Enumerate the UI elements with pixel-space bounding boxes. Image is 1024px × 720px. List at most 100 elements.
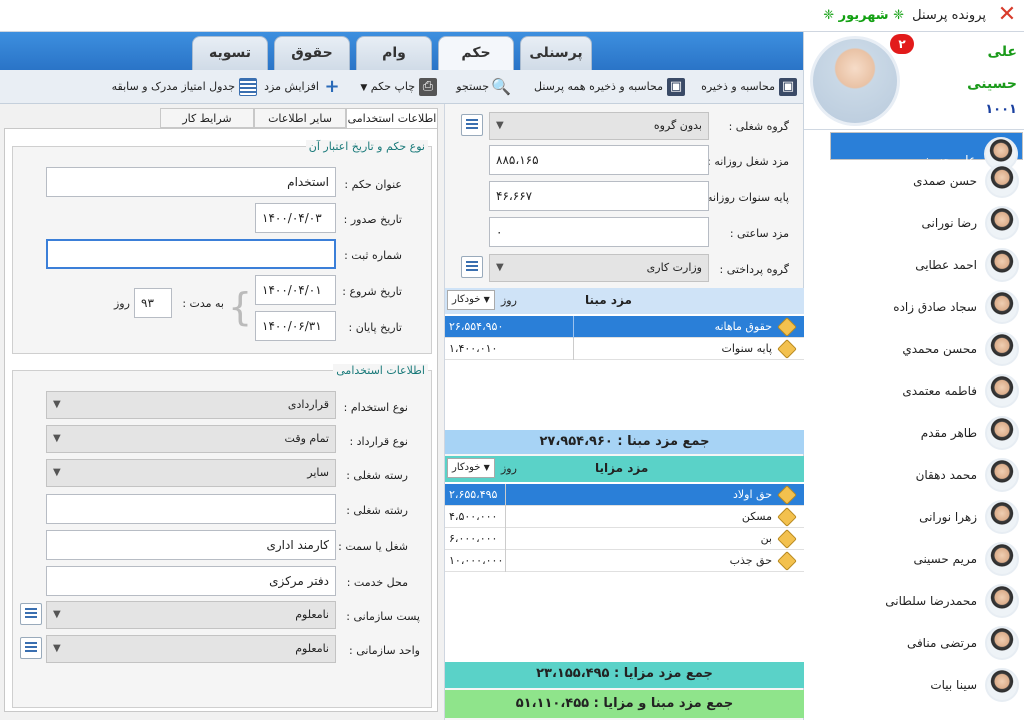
notification-badge[interactable]: ۲ xyxy=(890,34,914,54)
avatar xyxy=(985,668,1019,702)
list-item[interactable]: طاهر مقدم xyxy=(830,412,1023,454)
daily-seniority-label: پایه سنوات روزانه : xyxy=(699,191,789,204)
row-name: مسکن xyxy=(741,510,772,523)
toolbar: ▣ محاسبه و ذخیره ▣ محاسبه و ذخیره همه پرسن… xyxy=(0,70,803,104)
table-row[interactable]: مسکن ۴،۵۰۰،۰۰۰ xyxy=(445,506,804,528)
pay-group-select[interactable]: وزارت کاری ▼ xyxy=(489,254,709,282)
list-item[interactable]: احمد عطایی xyxy=(830,244,1023,286)
end-date-input[interactable]: ۱۴۰۰/۰۶/۳۱ xyxy=(255,311,336,341)
row-value: ۶،۰۰۰،۰۰۰ xyxy=(449,532,498,545)
tab-personnel[interactable]: پرسنلی xyxy=(520,36,592,70)
duration-label: به مدت : xyxy=(182,297,224,310)
table-row[interactable]: حق اولاد ۲،۶۵۵،۴۹۵ xyxy=(445,484,804,506)
edit-icon[interactable] xyxy=(777,485,797,505)
duration-input[interactable]: ۹۳ xyxy=(134,288,172,318)
list-item[interactable]: محمد دهقان xyxy=(830,454,1023,496)
table-row[interactable]: حق جذب ۱۰،۰۰۰،۰۰۰ xyxy=(445,550,804,572)
daily-wage-input[interactable]: ۸۸۵،۱۶۵ xyxy=(489,145,709,175)
list-icon[interactable] xyxy=(20,603,42,625)
job-category-label: رسته شغلی : xyxy=(346,469,408,482)
table-row[interactable]: حقوق ماهانه ۲۶،۵۵۴،۹۵۰ xyxy=(445,316,804,338)
avatar xyxy=(985,626,1019,660)
table-row[interactable]: پایه سنوات ۱،۴۰۰،۰۱۰ xyxy=(445,338,804,360)
chevron-down-icon[interactable]: ▼ xyxy=(360,83,367,93)
org-unit-label: واحد سازمانی : xyxy=(349,644,420,657)
benefits-auto-select[interactable]: خودکار ▼ xyxy=(447,458,495,478)
list-item[interactable]: رضا نورانی xyxy=(830,202,1023,244)
print-label: چاپ حکم xyxy=(370,80,415,93)
list-item[interactable]: علی حسینی xyxy=(830,132,1023,171)
position-input[interactable]: کارمند اداری xyxy=(46,530,336,560)
base-sum-value: ۲۷،۹۵۴،۹۶۰ xyxy=(539,434,613,449)
base-auto-select[interactable]: خودکار ▼ xyxy=(447,290,495,310)
print-button[interactable]: ⎙ چاپ حکم ▼ xyxy=(360,76,437,98)
tab-salary[interactable]: حقوق xyxy=(274,36,350,70)
list-item[interactable]: محمدرضا سلطانی xyxy=(830,580,1023,622)
location-label: محل خدمت : xyxy=(346,576,408,589)
issue-date-input[interactable]: ۱۴۰۰/۰۴/۰۳ xyxy=(255,203,336,233)
chevron-down-icon: ▼ xyxy=(53,609,61,620)
list-item[interactable]: مریم حسینی xyxy=(830,538,1023,580)
list-item[interactable]: سینا بیات xyxy=(830,664,1023,706)
total-sum-label: جمع مزد مبنا و مزایا : xyxy=(593,696,734,711)
subtab-other[interactable]: سایر اطلاعات xyxy=(254,108,346,128)
chevron-down-icon: ▼ xyxy=(496,262,504,273)
save-button[interactable]: ▣ محاسبه و ذخیره xyxy=(701,76,797,98)
list-icon[interactable] xyxy=(461,256,483,278)
issue-date-label: تاریخ صدور : xyxy=(343,213,402,226)
current-month: ❈ شهریور ❈ xyxy=(823,8,904,23)
job-field-input[interactable] xyxy=(46,494,336,524)
hourly-input[interactable]: ۰ xyxy=(489,217,709,247)
base-wage-title: مزد مبنا xyxy=(585,293,632,307)
table-row[interactable]: بن ۶،۰۰۰،۰۰۰ xyxy=(445,528,804,550)
avatar[interactable] xyxy=(810,36,900,126)
contract-type-select[interactable]: تمام وقت ▼ xyxy=(46,425,336,453)
org-post-label: پست سازمانی : xyxy=(346,610,420,623)
location-input[interactable]: دفتر مرکزی xyxy=(46,566,336,596)
list-item[interactable]: زهرا نورانی xyxy=(830,496,1023,538)
row-name: حقوق ماهانه xyxy=(714,320,772,333)
base-unit: روز xyxy=(501,294,517,307)
ruling-title-input[interactable]: استخدام xyxy=(46,167,336,197)
table-label: جدول امتیاز مدرک و سابقه xyxy=(111,80,235,93)
close-icon[interactable]: ✕ xyxy=(996,4,1018,26)
start-date-input[interactable]: ۱۴۰۰/۰۴/۰۱ xyxy=(255,275,336,305)
list-icon[interactable] xyxy=(461,114,483,136)
edit-icon[interactable] xyxy=(777,317,797,337)
person-name: محمدرضا سلطانی xyxy=(885,594,977,608)
table-button[interactable]: جدول امتیاز مدرک و سابقه xyxy=(112,76,257,98)
tab-settlement[interactable]: تسویه xyxy=(192,36,268,70)
person-name: زهرا نورانی xyxy=(919,510,977,524)
list-item[interactable]: محسن محمدي xyxy=(830,328,1023,370)
avatar xyxy=(985,584,1019,618)
employment-type-select[interactable]: قراردادی ▼ xyxy=(46,391,336,419)
list-item[interactable]: فاطمه معتمدی xyxy=(830,370,1023,412)
save-all-button[interactable]: ▣ محاسبه و ذخیره همه پرسنل xyxy=(534,76,685,98)
search-icon: 🔍 xyxy=(491,77,511,96)
job-group-select[interactable]: بدون گروه ▼ xyxy=(489,112,709,140)
subtab-conditions[interactable]: شرایط کار xyxy=(160,108,254,128)
tab-loan[interactable]: وام xyxy=(356,36,432,70)
list-item[interactable]: سجاد صادق زاده xyxy=(830,286,1023,328)
raise-button[interactable]: + افزایش مزد xyxy=(264,76,341,98)
job-category-select[interactable]: سایر ▼ xyxy=(46,459,336,487)
org-post-select[interactable]: نامعلوم ▼ xyxy=(46,601,336,629)
person-name: سینا بیات xyxy=(930,678,977,692)
daily-wage-label: مزد شغل روزانه : xyxy=(707,155,789,168)
edit-icon[interactable] xyxy=(777,551,797,571)
daily-seniority-input[interactable]: ۴۶،۶۶۷ xyxy=(489,181,709,211)
edit-icon[interactable] xyxy=(777,339,797,359)
list-item[interactable]: مرتضی منافی xyxy=(830,622,1023,664)
list-item[interactable]: حسن صمدی xyxy=(830,160,1023,202)
org-unit-select[interactable]: نامعلوم ▼ xyxy=(46,635,336,663)
edit-icon[interactable] xyxy=(777,529,797,549)
benefits-grid: حق اولاد ۲،۶۵۵،۴۹۵ مسکن ۴،۵۰۰،۰۰۰ بن ۶،۰… xyxy=(445,482,804,662)
tab-ruling[interactable]: حکم xyxy=(438,36,514,71)
edit-icon[interactable] xyxy=(777,507,797,527)
list-icon[interactable] xyxy=(20,637,42,659)
search-button[interactable]: 🔍جستجو xyxy=(456,76,511,98)
avatar xyxy=(985,416,1019,450)
registration-input[interactable] xyxy=(46,239,336,269)
person-name: حسن صمدی xyxy=(913,174,977,188)
subtab-employment[interactable]: اطلاعات استخدامی xyxy=(346,108,438,128)
